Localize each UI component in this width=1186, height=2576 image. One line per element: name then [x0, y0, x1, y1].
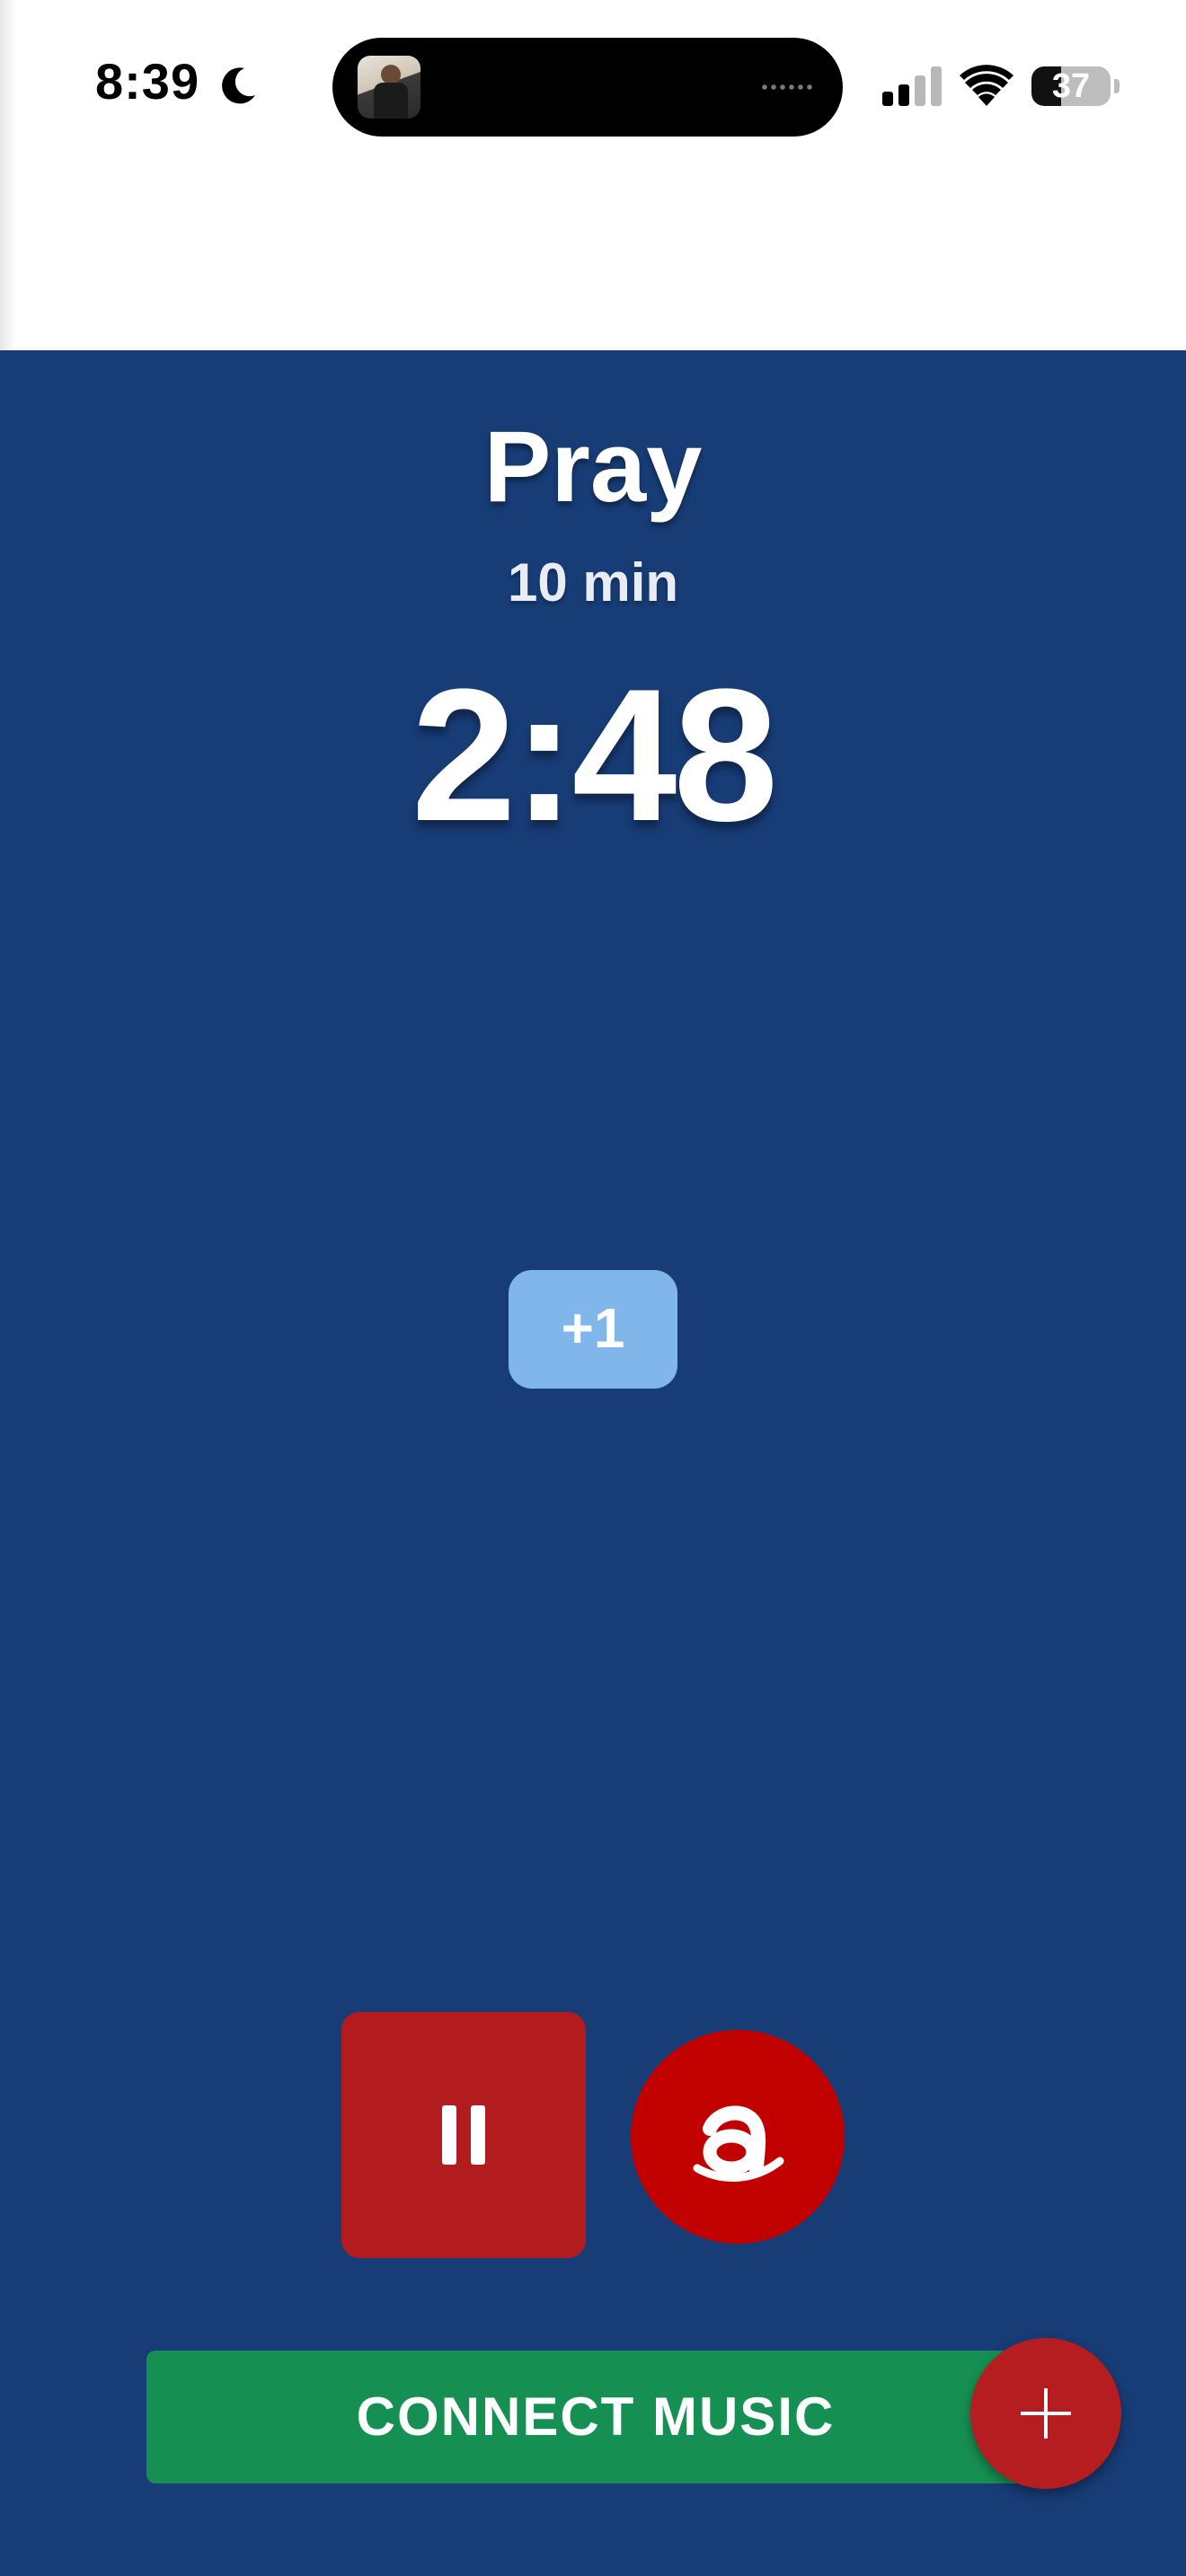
wifi-icon — [960, 65, 1013, 106]
moon-icon — [222, 67, 255, 104]
audible-button[interactable] — [631, 2030, 845, 2244]
activity-title: Pray — [483, 410, 703, 523]
battery-level: 37 — [1051, 67, 1091, 105]
add-fab-button[interactable] — [970, 2338, 1121, 2489]
audio-waveform-dots — [760, 84, 816, 90]
plus-icon — [1021, 2388, 1071, 2439]
status-time: 8:39 — [95, 53, 200, 110]
status-bar: 8:39 37 — [0, 0, 1186, 171]
audible-icon — [693, 2105, 784, 2182]
pause-icon — [442, 2105, 485, 2165]
signal-icon — [882, 66, 942, 106]
pause-button[interactable] — [341, 2012, 586, 2258]
now-playing-thumbnail[interactable] — [358, 56, 420, 119]
duration-label: 10 min — [507, 552, 679, 613]
connect-music-button[interactable]: CONNECT MUSIC — [146, 2351, 1045, 2483]
dynamic-island[interactable] — [332, 38, 843, 137]
battery-icon: 37 — [1031, 66, 1120, 106]
timer-screen: 8:39 37 Pray 10 min 2:48 +1 CONNECT MUSI… — [0, 0, 1186, 2576]
countdown-timer: 2:48 — [411, 649, 778, 860]
add-minute-button[interactable]: +1 — [509, 1270, 677, 1389]
